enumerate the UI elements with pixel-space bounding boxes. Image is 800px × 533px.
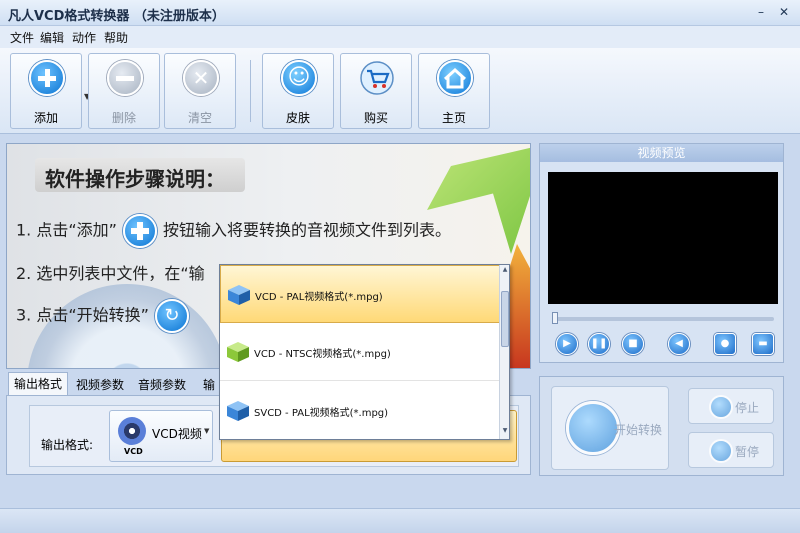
dropdown-scrollbar[interactable]: ▲ ▼ (499, 265, 509, 439)
start-convert-label: 开始转换 (614, 423, 663, 437)
menu-help[interactable]: 帮助 (104, 29, 128, 46)
buy-button-label: 购买 (363, 111, 388, 125)
menu-action[interactable]: 动作 (72, 29, 96, 46)
menu-file[interactable]: 文件 (10, 29, 34, 46)
stop-icon (709, 395, 733, 419)
step1-text-a: 1. 点击“添加” (16, 220, 117, 240)
format-type-select[interactable]: VCD VCD视频 ▼ (109, 410, 213, 462)
scroll-down-icon[interactable]: ▼ (501, 427, 509, 437)
add-button[interactable]: ▼ 添加 (10, 53, 90, 129)
vcd-icon-text: VCD (124, 447, 143, 456)
buy-button[interactable]: 购买 (340, 53, 412, 129)
scroll-up-icon[interactable]: ▲ (501, 266, 509, 276)
seek-slider-track[interactable] (552, 317, 774, 321)
skin-button[interactable]: ☺ 皮肤 (262, 53, 334, 129)
plus-icon (29, 60, 65, 96)
seek-slider-handle[interactable] (552, 312, 558, 324)
video-screen (548, 172, 778, 304)
shopping-cart-icon (360, 61, 394, 95)
delete-button[interactable]: 删除 (88, 53, 160, 129)
tab-video-params[interactable]: 视频参数 (70, 374, 130, 396)
menu-bar: 文件 编辑 动作 帮助 (0, 26, 800, 48)
smiley-icon: ☺ (281, 60, 317, 96)
dropdown-item-label: SVCD - PAL视频格式(*.mpg) (254, 408, 389, 419)
dropdown-item-vcd-pal[interactable]: VCD - PAL视频格式(*.mpg) (220, 265, 500, 323)
output-format-label: 输出格式: (41, 438, 94, 452)
cube-icon (227, 401, 249, 421)
skin-button-label: 皮肤 (285, 111, 310, 125)
clear-x-icon: ✕ (183, 60, 219, 96)
convert-arrow-icon: ↻ (154, 299, 189, 333)
start-convert-button[interactable]: 开始转换 (551, 386, 669, 470)
clear-button-label: 清空 (187, 111, 212, 125)
instruction-step-2: 2. 选中列表中文件，在“输 (16, 264, 205, 283)
dropdown-item-svcd-pal[interactable]: SVCD - PAL视频格式(*.mpg) (220, 382, 500, 439)
delete-button-label: 删除 (111, 111, 136, 125)
status-bar (0, 508, 800, 533)
minus-icon (107, 60, 143, 96)
toolbar: ▼ 添加 删除 ✕ 清空 ☺ 皮肤 购买 主页 (0, 48, 800, 134)
step1-text-b: 按钮输入将要转换的音视频文件到列表。 (162, 220, 451, 240)
scrollbar-thumb[interactable] (501, 291, 509, 347)
tab-audio-params[interactable]: 音频参数 (132, 374, 192, 396)
cube-icon (227, 342, 249, 362)
dropdown-item-label: VCD - NTSC视频格式(*.mpg) (254, 349, 391, 360)
menu-edit[interactable]: 编辑 (40, 29, 64, 46)
close-icon[interactable]: ✕ (775, 3, 793, 21)
pause-icon[interactable]: ❚❚ (588, 333, 610, 355)
tab-output-format[interactable]: 输出格式 (8, 372, 68, 396)
video-preview-panel: 视频预览 ▶ ❚❚ ■ ◀ ● ▬ (539, 143, 784, 363)
format-type-value: VCD视频 (152, 427, 202, 441)
minimize-icon[interactable]: – (752, 3, 770, 21)
dropdown-item-vcd-ntsc[interactable]: VCD - NTSC视频格式(*.mpg) (220, 323, 500, 381)
pause-button-label: 暂停 (735, 445, 760, 459)
toolbar-separator (250, 60, 251, 122)
cube-icon (228, 285, 250, 305)
instructions-heading-box: 软件操作步骤说明： (35, 158, 245, 192)
convert-arrow-icon (566, 401, 620, 455)
step3-text: 3. 点击“开始转换” (16, 305, 149, 325)
pause-icon (709, 439, 733, 463)
instruction-step-1: 1. 点击“添加” 按钮输入将要转换的音视频文件到列表。 (16, 214, 451, 248)
stop-button[interactable]: 停止 (688, 388, 774, 424)
stop-button-label: 停止 (735, 401, 760, 415)
clear-button[interactable]: ✕ 清空 (164, 53, 236, 129)
vcd-disc-icon (118, 417, 146, 445)
home-icon (437, 60, 473, 96)
preview-title: 视频预览 (540, 144, 783, 162)
dropdown-item-label: VCD - PAL视频格式(*.mpg) (255, 292, 383, 303)
home-button-label: 主页 (441, 111, 466, 125)
play-icon[interactable]: ▶ (556, 333, 578, 355)
title-bar: 凡人VCD格式转换器 （未注册版本） – ✕ (0, 0, 800, 26)
format-profile-dropdown-list: VCD - PAL视频格式(*.mpg) VCD - NTSC视频格式(*.mp… (219, 264, 510, 440)
open-folder-icon[interactable]: ▬ (752, 333, 774, 355)
plus-icon (122, 214, 157, 248)
window-title: 凡人VCD格式转换器 （未注册版本） (8, 9, 225, 24)
instructions-heading: 软件操作步骤说明： (45, 167, 225, 191)
home-button[interactable]: 主页 (418, 53, 490, 129)
volume-icon[interactable]: ◀ (668, 333, 690, 355)
stop-icon[interactable]: ■ (622, 333, 644, 355)
pause-button[interactable]: 暂停 (688, 432, 774, 468)
add-button-label: 添加 (33, 111, 58, 125)
chevron-down-icon: ▼ (204, 427, 210, 435)
snapshot-camera-icon[interactable]: ● (714, 333, 736, 355)
instruction-step-3: 3. 点击“开始转换” ↻ (16, 299, 195, 333)
